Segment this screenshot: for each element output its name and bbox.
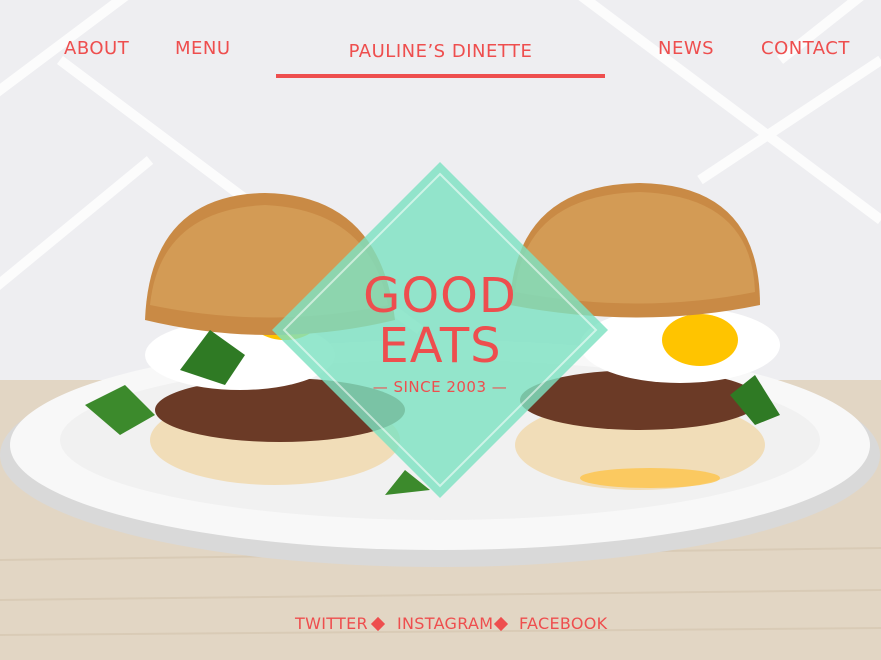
good-eats-badge: GOOD EATS — SINCE 2003 — bbox=[270, 160, 610, 500]
nav-news-link[interactable]: NEWS bbox=[658, 38, 714, 59]
nav-about-link[interactable]: ABOUT bbox=[64, 38, 129, 59]
social-footer: TWITTER INSTAGRAM FACEBOOK bbox=[0, 610, 881, 640]
facebook-link[interactable]: FACEBOOK bbox=[519, 614, 607, 633]
badge-since: — SINCE 2003 — bbox=[372, 378, 508, 396]
brand-underline bbox=[276, 74, 605, 78]
top-nav: ABOUT MENU PAULINE’S DINETTE NEWS CONTAC… bbox=[0, 0, 881, 90]
page: ABOUT MENU PAULINE’S DINETTE NEWS CONTAC… bbox=[0, 0, 881, 660]
diamond-separator-icon bbox=[370, 616, 386, 632]
badge-line1: GOOD bbox=[363, 268, 517, 324]
badge-line2: EATS bbox=[378, 318, 502, 374]
brand-logo-link[interactable]: PAULINE’S DINETTE bbox=[276, 32, 605, 72]
twitter-link[interactable]: TWITTER bbox=[295, 614, 368, 633]
nav-menu-link[interactable]: MENU bbox=[175, 38, 231, 59]
nav-contact-link[interactable]: CONTACT bbox=[761, 38, 850, 59]
instagram-link[interactable]: INSTAGRAM bbox=[397, 614, 493, 633]
diamond-separator-icon bbox=[493, 616, 509, 632]
